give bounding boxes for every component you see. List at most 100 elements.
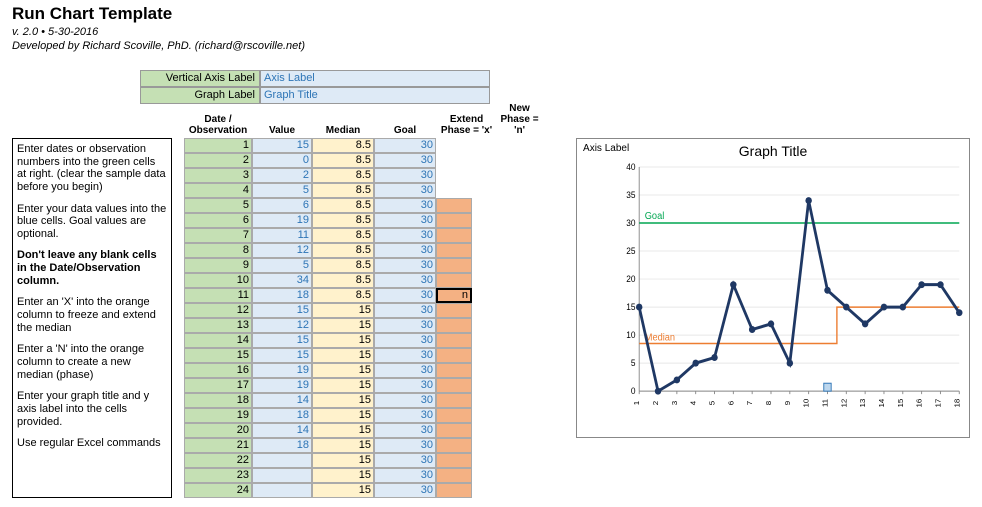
table-row[interactable]: 17191530 (184, 378, 546, 393)
phase-cell[interactable] (436, 243, 472, 258)
date-cell[interactable]: 15 (184, 348, 252, 363)
goal-cell[interactable]: 30 (374, 408, 436, 423)
value-cell[interactable]: 6 (252, 198, 312, 213)
date-cell[interactable]: 19 (184, 408, 252, 423)
date-cell[interactable]: 20 (184, 423, 252, 438)
phase-cell[interactable] (436, 483, 472, 498)
phase-cell[interactable] (436, 258, 472, 273)
value-cell[interactable]: 11 (252, 228, 312, 243)
date-cell[interactable]: 12 (184, 303, 252, 318)
goal-cell[interactable]: 30 (374, 213, 436, 228)
date-cell[interactable]: 7 (184, 228, 252, 243)
table-row[interactable]: 568.530 (184, 198, 546, 213)
goal-cell[interactable]: 30 (374, 243, 436, 258)
table-row[interactable]: 241530 (184, 483, 546, 498)
goal-cell[interactable]: 30 (374, 153, 436, 168)
value-cell[interactable]: 5 (252, 258, 312, 273)
goal-cell[interactable]: 30 (374, 258, 436, 273)
goal-cell[interactable]: 30 (374, 363, 436, 378)
goal-cell[interactable]: 30 (374, 453, 436, 468)
graph-label-input[interactable]: Graph Title (260, 87, 490, 104)
value-cell[interactable] (252, 453, 312, 468)
phase-cell[interactable] (436, 423, 472, 438)
table-row[interactable]: 1158.530 (184, 138, 546, 153)
value-cell[interactable]: 19 (252, 363, 312, 378)
date-cell[interactable]: 23 (184, 468, 252, 483)
date-cell[interactable]: 2 (184, 153, 252, 168)
value-cell[interactable]: 14 (252, 393, 312, 408)
goal-cell[interactable]: 30 (374, 333, 436, 348)
table-row[interactable]: 958.530 (184, 258, 546, 273)
goal-cell[interactable]: 30 (374, 393, 436, 408)
table-row[interactable]: 7118.530 (184, 228, 546, 243)
goal-cell[interactable]: 30 (374, 288, 436, 303)
table-row[interactable]: 6198.530 (184, 213, 546, 228)
date-cell[interactable]: 3 (184, 168, 252, 183)
phase-cell[interactable] (436, 273, 472, 288)
date-cell[interactable]: 24 (184, 483, 252, 498)
phase-cell[interactable] (436, 438, 472, 453)
date-cell[interactable]: 21 (184, 438, 252, 453)
phase-cell[interactable] (436, 408, 472, 423)
table-row[interactable]: 15151530 (184, 348, 546, 363)
date-cell[interactable]: 6 (184, 213, 252, 228)
value-cell[interactable]: 15 (252, 303, 312, 318)
date-cell[interactable]: 9 (184, 258, 252, 273)
value-cell[interactable]: 15 (252, 138, 312, 153)
goal-cell[interactable]: 30 (374, 228, 436, 243)
goal-cell[interactable]: 30 (374, 438, 436, 453)
phase-cell[interactable] (436, 393, 472, 408)
value-cell[interactable]: 5 (252, 183, 312, 198)
phase-cell[interactable] (436, 468, 472, 483)
phase-cell[interactable] (436, 363, 472, 378)
value-cell[interactable]: 18 (252, 288, 312, 303)
goal-cell[interactable]: 30 (374, 318, 436, 333)
date-cell[interactable]: 17 (184, 378, 252, 393)
phase-cell[interactable] (436, 228, 472, 243)
table-row[interactable]: 19181530 (184, 408, 546, 423)
phase-cell[interactable] (436, 318, 472, 333)
phase-cell[interactable] (436, 333, 472, 348)
goal-cell[interactable]: 30 (374, 138, 436, 153)
table-row[interactable]: 16191530 (184, 363, 546, 378)
goal-cell[interactable]: 30 (374, 483, 436, 498)
table-row[interactable]: 20141530 (184, 423, 546, 438)
phase-cell[interactable] (436, 348, 472, 363)
value-cell[interactable]: 18 (252, 438, 312, 453)
value-cell[interactable]: 12 (252, 243, 312, 258)
phase-cell[interactable] (436, 303, 472, 318)
value-cell[interactable]: 15 (252, 348, 312, 363)
date-cell[interactable]: 8 (184, 243, 252, 258)
goal-cell[interactable]: 30 (374, 468, 436, 483)
table-row[interactable]: 221530 (184, 453, 546, 468)
table-row[interactable]: 13121530 (184, 318, 546, 333)
value-cell[interactable]: 14 (252, 423, 312, 438)
table-row[interactable]: 12151530 (184, 303, 546, 318)
value-cell[interactable]: 18 (252, 408, 312, 423)
date-cell[interactable]: 4 (184, 183, 252, 198)
goal-cell[interactable]: 30 (374, 168, 436, 183)
value-cell[interactable]: 19 (252, 378, 312, 393)
date-cell[interactable]: 18 (184, 393, 252, 408)
table-row[interactable]: 11188.530n (184, 288, 546, 303)
value-cell[interactable]: 34 (252, 273, 312, 288)
value-cell[interactable] (252, 468, 312, 483)
goal-cell[interactable]: 30 (374, 273, 436, 288)
axis-label-input[interactable]: Axis Label (260, 70, 490, 87)
table-row[interactable]: 21181530 (184, 438, 546, 453)
date-cell[interactable]: 13 (184, 318, 252, 333)
goal-cell[interactable]: 30 (374, 198, 436, 213)
value-cell[interactable] (252, 483, 312, 498)
date-cell[interactable]: 1 (184, 138, 252, 153)
table-row[interactable]: 328.530 (184, 168, 546, 183)
date-cell[interactable]: 16 (184, 363, 252, 378)
table-row[interactable]: 208.530 (184, 153, 546, 168)
date-cell[interactable]: 14 (184, 333, 252, 348)
value-cell[interactable]: 2 (252, 168, 312, 183)
table-row[interactable]: 458.530 (184, 183, 546, 198)
goal-cell[interactable]: 30 (374, 183, 436, 198)
phase-cell[interactable] (436, 198, 472, 213)
table-row[interactable]: 231530 (184, 468, 546, 483)
goal-cell[interactable]: 30 (374, 348, 436, 363)
goal-cell[interactable]: 30 (374, 303, 436, 318)
